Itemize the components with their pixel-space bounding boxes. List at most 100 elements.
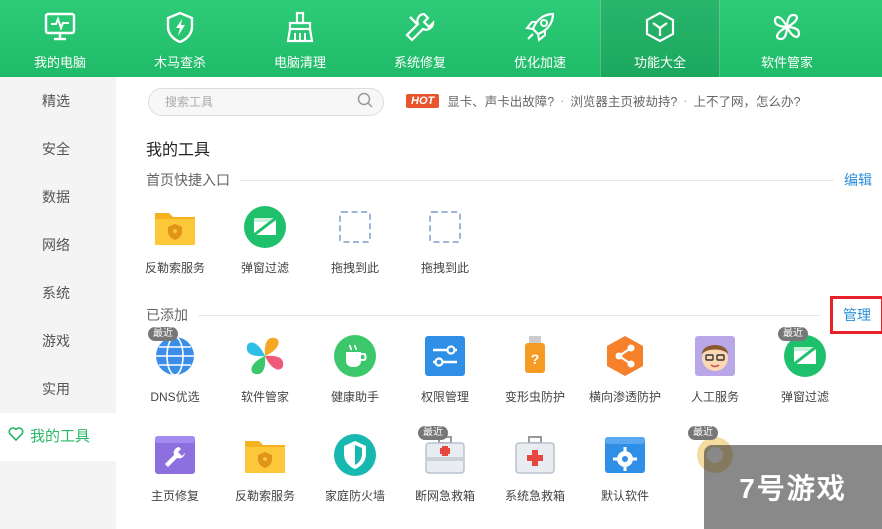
watermark-logo: 7号游戏 xyxy=(704,445,882,529)
nav-optimize[interactable]: 优化加速 xyxy=(480,0,600,77)
tool-tile[interactable]: 默认软件 xyxy=(580,433,670,504)
tool-tile[interactable]: 反勒索服务 xyxy=(220,433,310,504)
search-input[interactable] xyxy=(165,95,357,109)
flower-icon xyxy=(770,10,804,44)
added-tiles-row-1: 最近 DNS优选 软件管家 健康助手 权限管理 ? 变形虫防护 横向渗透防护 人… xyxy=(130,327,850,405)
tool-tile[interactable]: 家庭防火墙 xyxy=(310,433,400,504)
nav-system-repair[interactable]: 系统修复 xyxy=(360,0,480,77)
sidebar-item-network[interactable]: 网络 xyxy=(0,221,116,269)
firewall-icon xyxy=(333,433,377,477)
nav-label: 木马查杀 xyxy=(153,55,206,70)
gear-window-icon xyxy=(603,433,647,477)
nav-label: 优化加速 xyxy=(513,55,566,70)
hot-topics: HOT 显卡、声卡出故障? · 浏览器主页被劫持? · 上不了网，怎么办? xyxy=(406,91,800,110)
hot-badge: HOT xyxy=(406,93,440,108)
tool-label: 软件管家 xyxy=(240,390,289,404)
coffee-icon xyxy=(333,334,377,378)
hot-separator: · xyxy=(560,93,565,108)
tool-label: 断网急救箱 xyxy=(414,489,475,503)
recent-badge: 最近 xyxy=(778,327,808,341)
shield-bolt-icon xyxy=(163,10,197,44)
tool-label: 反勒索服务 xyxy=(234,489,295,503)
nav-label: 软件管家 xyxy=(760,55,813,70)
nav-label: 我的电脑 xyxy=(33,55,86,70)
tool-tile[interactable]: 最近 弹窗过滤 xyxy=(760,327,850,405)
sidebar-item-games[interactable]: 游戏 xyxy=(0,317,116,365)
sidebar-item-security[interactable]: 安全 xyxy=(0,125,116,173)
tool-tile[interactable]: 最近 DNS优选 xyxy=(130,327,220,405)
tool-tile[interactable]: 健康助手 xyxy=(310,334,400,405)
sidebar-item-label: 我的工具 xyxy=(30,428,91,445)
nav-features[interactable]: 功能大全 xyxy=(600,0,720,77)
rocket-icon xyxy=(523,10,557,44)
recent-badge: 最近 xyxy=(688,426,718,440)
sidebar-item-my-tools[interactable]: 我的工具 xyxy=(0,413,116,461)
sidebar-item-system[interactable]: 系统 xyxy=(0,269,116,317)
recent-badge: 最近 xyxy=(418,426,448,440)
svg-text:?: ? xyxy=(531,351,540,367)
tool-tile[interactable]: 弹窗过滤 xyxy=(220,205,310,276)
sidebar-item-featured[interactable]: 精选 xyxy=(0,77,116,125)
divider xyxy=(198,314,820,316)
nav-my-computer[interactable]: 我的电脑 xyxy=(0,0,120,77)
watermark-text: 7号游戏 xyxy=(739,473,847,504)
ransom-folder-icon xyxy=(243,433,287,477)
monitor-icon xyxy=(43,10,77,44)
tool-tile[interactable]: 主页修复 xyxy=(130,433,220,504)
tool-label: 默认软件 xyxy=(600,489,649,503)
tool-label: 健康助手 xyxy=(330,390,379,404)
tool-label: 横向渗透防护 xyxy=(588,390,661,404)
hot-link[interactable]: 浏览器主页被劫持? xyxy=(570,91,677,110)
nav-cleanup[interactable]: 电脑清理 xyxy=(240,0,360,77)
tool-tile[interactable]: 权限管理 xyxy=(400,334,490,405)
flower-icon xyxy=(243,334,287,378)
tool-tile[interactable]: 最近 断网急救箱 xyxy=(400,426,490,504)
share-icon xyxy=(603,334,647,378)
nav-software-manager[interactable]: 软件管家 xyxy=(720,0,854,77)
nav-label: 电脑清理 xyxy=(273,55,326,70)
tool-label: 变形虫防护 xyxy=(504,390,565,404)
hot-link[interactable]: 显卡、声卡出故障? xyxy=(447,91,554,110)
page-title: 我的工具 xyxy=(146,142,211,159)
sidebar-item-utilities[interactable]: 实用 xyxy=(0,365,116,413)
tool-label: 弹窗过滤 xyxy=(780,390,829,404)
manage-button[interactable]: 管理 xyxy=(830,296,882,334)
tool-label: 主页修复 xyxy=(150,489,199,503)
recent-badge: 最近 xyxy=(148,327,178,341)
system-kit-icon xyxy=(513,433,557,477)
nav-label: 功能大全 xyxy=(633,55,686,70)
broom-icon xyxy=(283,10,317,44)
tool-tile[interactable]: 反勒索服务 xyxy=(130,205,220,276)
usb-shield-icon: ? xyxy=(513,334,557,378)
tool-label: 系统急救箱 xyxy=(504,489,565,503)
tool-label: 权限管理 xyxy=(420,390,469,404)
tool-label: 拖拽到此 xyxy=(420,261,469,275)
tool-tile[interactable]: 系统急救箱 xyxy=(490,433,580,504)
top-nav: 我的电脑 木马查杀 电脑清理 系统修复 优化加速 功能大全 软件管家 xyxy=(0,0,882,77)
tool-tile[interactable]: 软件管家 xyxy=(220,334,310,405)
tool-tile[interactable]: ? 变形虫防护 xyxy=(490,334,580,405)
nav-label: 系统修复 xyxy=(393,55,446,70)
added-tiles-row-2: 主页修复 反勒索服务 家庭防火墙 最近 断网急救箱 系统急救箱 默认软件 最近 xyxy=(130,426,760,504)
added-header: 已添加 管理 xyxy=(146,296,882,334)
sliders-icon xyxy=(423,334,467,378)
hot-link[interactable]: 上不了网，怎么办? xyxy=(693,91,800,110)
tool-label: 弹窗过滤 xyxy=(240,261,289,275)
edit-button[interactable]: 编辑 xyxy=(844,170,872,190)
quick-entry-heading: 首页快捷入口 xyxy=(146,172,230,188)
drop-slot-icon xyxy=(333,205,377,249)
tool-tile[interactable]: 横向渗透防护 xyxy=(580,334,670,405)
added-heading: 已添加 xyxy=(146,307,188,323)
search-icon[interactable] xyxy=(357,92,373,113)
wrench-icon xyxy=(403,10,437,44)
divider xyxy=(240,179,834,181)
drop-slot[interactable]: 拖拽到此 xyxy=(400,205,490,276)
tool-tile[interactable]: 人工服务 xyxy=(670,334,760,405)
heart-icon xyxy=(8,413,24,461)
sidebar-item-data[interactable]: 数据 xyxy=(0,173,116,221)
quick-entry-tiles: 反勒索服务 弹窗过滤 拖拽到此 拖拽到此 xyxy=(130,205,490,276)
nav-trojan-scan[interactable]: 木马查杀 xyxy=(120,0,240,77)
popup-filter-icon xyxy=(243,205,287,249)
tool-label: DNS优选 xyxy=(150,390,200,404)
drop-slot[interactable]: 拖拽到此 xyxy=(310,205,400,276)
